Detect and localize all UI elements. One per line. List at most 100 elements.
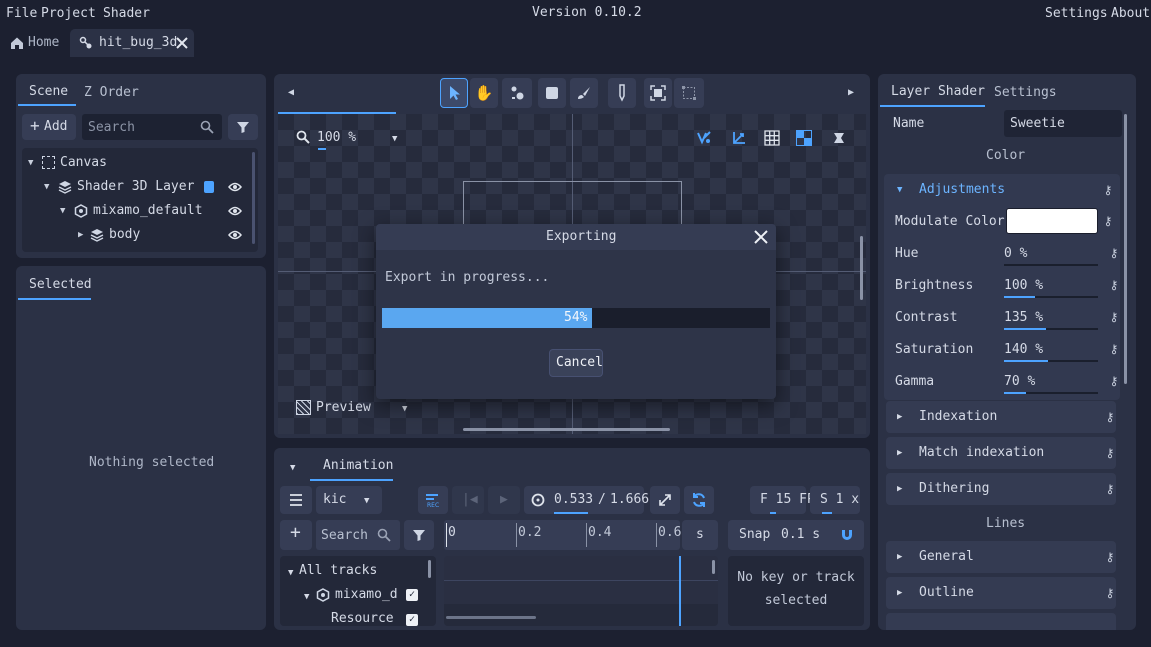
viewport-hscrollbar[interactable] [463, 428, 670, 431]
filter-button[interactable] [228, 114, 258, 140]
scroll-left-icon[interactable]: ◀ [286, 86, 296, 100]
snap-field[interactable]: Snap 0.1 s [728, 520, 864, 550]
axes-icon[interactable] [731, 130, 747, 146]
track-resource[interactable]: Resource [331, 611, 394, 626]
time-field[interactable]: 0.533 / 1.666 [524, 486, 649, 514]
scene-search-input[interactable]: Search [82, 114, 222, 140]
tab-shader-settings[interactable]: Settings [994, 85, 1057, 101]
keyframe-key-icon[interactable]: ⚷ [1109, 374, 1119, 388]
keyframe-key-icon[interactable]: ⚷ [1105, 550, 1115, 564]
outline-section[interactable]: ▶ Outline ⚷ [886, 577, 1116, 609]
param-slider[interactable] [1004, 264, 1098, 266]
render-settings-icon[interactable] [831, 130, 847, 146]
tree-item-body[interactable]: ▶ body [22, 224, 248, 246]
menu-settings[interactable]: Settings [1045, 6, 1108, 22]
menu-shader[interactable]: Shader [103, 6, 150, 22]
param-slider[interactable] [1004, 360, 1098, 362]
vertical-scrollbar[interactable] [1124, 114, 1127, 384]
track-filter-button[interactable] [404, 520, 434, 550]
keyframe-key-icon[interactable]: ⚷ [1105, 586, 1115, 600]
play-button[interactable]: ▶ [488, 486, 520, 514]
keyframe-key-icon[interactable]: ⚷ [1109, 342, 1119, 356]
viewport-vscrollbar[interactable] [860, 236, 863, 300]
scroll-right-icon[interactable]: ▶ [846, 86, 856, 100]
playhead[interactable] [679, 556, 681, 626]
pan-tool-button[interactable]: ✋ [470, 78, 498, 108]
param-value-field[interactable]: 0 % [1004, 246, 1027, 262]
record-button[interactable]: REC [418, 486, 448, 514]
add-track-button[interactable]: + [280, 520, 312, 550]
param-slider[interactable] [1004, 392, 1098, 394]
grid-icon[interactable] [764, 130, 780, 146]
param-value-field[interactable]: 140 % [1004, 342, 1043, 358]
keyframe-hscrollbar[interactable] [446, 616, 536, 619]
track-mixamo[interactable]: mixamo_d [335, 587, 398, 603]
pen-tool-button[interactable] [608, 78, 636, 108]
visibility-eye-icon[interactable] [228, 204, 242, 218]
tab-z-order[interactable]: Z Order [84, 85, 139, 101]
brush-tool-button[interactable] [570, 78, 598, 108]
modulate-color-swatch[interactable] [1006, 208, 1098, 234]
magnet-icon[interactable] [840, 528, 854, 542]
tab-project[interactable]: hit_bug_3d [70, 29, 194, 57]
loop-button[interactable] [684, 486, 714, 514]
visibility-eye-icon[interactable] [228, 180, 242, 194]
next-section-partial[interactable] [886, 613, 1116, 630]
script-icon[interactable] [204, 181, 214, 193]
keyframe-key-icon[interactable]: ⚷ [1105, 482, 1115, 496]
tree-item-mixamo-default[interactable]: ▼ mixamo_default [22, 200, 248, 222]
fit-timeline-button[interactable] [650, 486, 680, 514]
dithering-section[interactable]: ▶ Dithering ⚷ [886, 473, 1116, 505]
tab-scene[interactable]: Scene [29, 84, 68, 100]
fps-field[interactable]: F 15 FP [750, 486, 815, 514]
param-value-field[interactable]: 100 % [1004, 278, 1043, 294]
zoom-dropdown[interactable]: 100 % ▼ [314, 128, 406, 150]
keyframe-key-icon[interactable]: ⚷ [1109, 310, 1119, 324]
preview-dropdown[interactable]: Preview ▼ [314, 398, 414, 418]
menu-about[interactable]: About [1111, 6, 1150, 22]
transparency-checker-icon[interactable] [796, 130, 812, 146]
time-unit-toggle[interactable]: s [682, 520, 718, 550]
add-node-button[interactable]: + Add [22, 114, 76, 140]
tab-animation[interactable]: Animation [323, 458, 393, 474]
close-dialog-icon[interactable] [753, 229, 769, 245]
adjustments-header[interactable]: ▼ Adjustments ⚷ [884, 176, 1120, 202]
menu-project[interactable]: Project [41, 6, 96, 22]
keyframe-key-icon[interactable]: ⚷ [1103, 214, 1113, 228]
keyframe-area[interactable] [444, 556, 718, 626]
onion-skin-icon[interactable] [696, 130, 712, 146]
keyframe-key-icon[interactable]: ⚷ [1103, 183, 1113, 197]
match-indexation-section[interactable]: ▶ Match indexation ⚷ [886, 437, 1116, 469]
track-checkbox[interactable]: ✓ [406, 589, 418, 601]
tab-selected[interactable]: Selected [29, 277, 92, 293]
close-tab-icon[interactable] [174, 35, 190, 51]
param-value-field[interactable]: 135 % [1004, 310, 1043, 326]
bones-tool-button[interactable] [502, 78, 532, 108]
track-list-scrollbar[interactable] [428, 560, 431, 578]
speed-field[interactable]: S 1 x [810, 486, 860, 514]
animation-menu-button[interactable] [280, 486, 312, 514]
transform-tool-button[interactable] [674, 78, 704, 108]
keyframe-key-icon[interactable]: ⚷ [1105, 410, 1115, 424]
cancel-export-button[interactable]: Cancel [549, 349, 603, 377]
tab-home[interactable]: Home [4, 30, 68, 56]
go-to-start-button[interactable]: |◀ [452, 486, 484, 514]
keyframe-key-icon[interactable]: ⚷ [1109, 246, 1119, 260]
param-value-field[interactable]: 70 % [1004, 374, 1035, 390]
layer-name-input[interactable]: Sweetie [1004, 110, 1122, 137]
visibility-eye-icon[interactable] [228, 228, 242, 242]
animation-select[interactable]: kic ▼ [316, 486, 382, 514]
keyframe-key-icon[interactable]: ⚷ [1105, 446, 1115, 460]
keyframe-vscrollbar[interactable] [712, 560, 715, 574]
track-search-input[interactable]: Search [316, 520, 400, 550]
track-checkbox[interactable]: ✓ [406, 614, 418, 626]
scene-tree-scrollbar[interactable] [252, 152, 255, 244]
indexation-section[interactable]: ▶ Indexation ⚷ [886, 401, 1116, 433]
param-slider[interactable] [1004, 328, 1098, 330]
tree-item-canvas[interactable]: ▼ Canvas [22, 152, 248, 174]
all-tracks-label[interactable]: All tracks [299, 563, 377, 579]
rect-tool-button[interactable] [538, 78, 566, 108]
menu-file[interactable]: File [6, 6, 37, 22]
tab-layer-shader[interactable]: Layer Shader [891, 84, 985, 100]
select-tool-button[interactable] [440, 78, 468, 108]
